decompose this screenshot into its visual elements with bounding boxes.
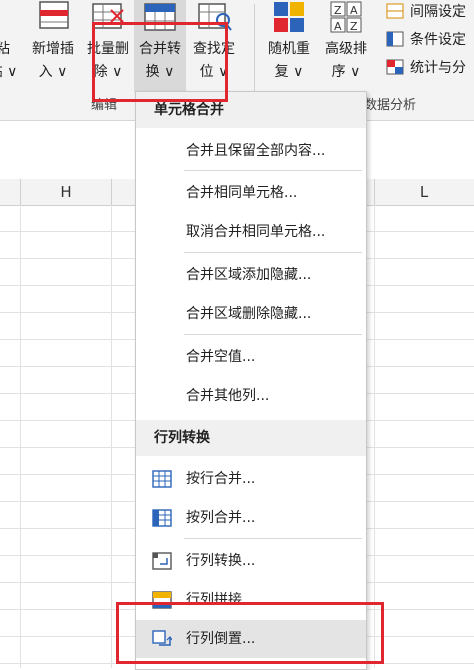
condition-icon (386, 31, 404, 47)
sort-label-2: 序 ∨ (331, 64, 361, 80)
highlight-box-menu-item (116, 602, 384, 664)
interval-setting-button[interactable]: 间隔设定 (386, 0, 466, 22)
menu-item-merge-other-columns[interactable]: 合并其他列... (136, 377, 366, 415)
insert-icon (39, 1, 69, 29)
random-icon (274, 2, 304, 32)
merge-convert-menu: 单元格合并 合并且保留全部内容... 合并相同单元格... 取消合并相同单元格.… (135, 91, 367, 670)
new-insert-button[interactable]: 新增插 入 ∨ (26, 0, 80, 92)
menu-item-label: 合并区域删除隐藏... (186, 306, 312, 322)
menu-separator (184, 170, 362, 171)
group-label-analysis: 数据分析 (364, 98, 417, 113)
menu-separator (184, 538, 362, 539)
menu-separator (184, 252, 362, 253)
menu-item-merge-same[interactable]: 合并相同单元格... (136, 174, 366, 212)
grid-line (111, 205, 112, 668)
menu-item-merge-by-row[interactable]: 按行合并... (136, 460, 366, 498)
menu-section-header: 行列转换 (136, 420, 366, 456)
paste-button[interactable]: 粘 贴 ∨ (0, 0, 20, 92)
sort-az-icon: Z A A Z (330, 1, 362, 33)
menu-item-label: 合并相同单元格... (186, 185, 298, 201)
column-header-cell[interactable] (0, 179, 21, 205)
svg-text:Z: Z (334, 4, 342, 17)
menu-item-merge-by-column[interactable]: 按列合并... (136, 499, 366, 537)
column-merge-icon (152, 509, 172, 527)
menu-item-label: 合并空值... (186, 349, 256, 365)
svg-text:A: A (334, 20, 342, 33)
menu-item-merge-add-hidden[interactable]: 合并区域添加隐藏... (136, 256, 366, 294)
column-header-l[interactable]: L (375, 179, 473, 205)
svg-text:Z: Z (350, 20, 358, 33)
menu-item-merge-keep-all[interactable]: 合并且保留全部内容... (136, 132, 366, 170)
menu-separator (184, 334, 362, 335)
random-label-1: 随机重 (268, 41, 310, 57)
statistics-label: 统计与分 (410, 60, 466, 76)
paste-label-1: 粘 (0, 41, 10, 57)
menu-item-label: 按列合并... (186, 510, 256, 526)
menu-item-label: 取消合并相同单元格... (186, 224, 326, 240)
sort-label-1: 高级排 (325, 41, 367, 57)
menu-item-merge-empty[interactable]: 合并空值... (136, 338, 366, 376)
menu-item-unmerge-same[interactable]: 取消合并相同单元格... (136, 213, 366, 251)
row-merge-icon (152, 470, 172, 488)
grid-line (20, 205, 21, 668)
insert-label-2: 入 ∨ (38, 64, 68, 80)
insert-label-1: 新增插 (32, 41, 74, 57)
statistics-button[interactable]: 统计与分 (386, 56, 466, 78)
menu-item-row-column-convert[interactable]: 行列转换... (136, 542, 366, 580)
highlight-box-ribbon (92, 22, 228, 102)
menu-item-label: 行列转换... (186, 553, 256, 569)
paste-label-2: 贴 ∨ (0, 64, 18, 80)
menu-item-label: 合并区域添加隐藏... (186, 267, 312, 283)
menu-item-label: 合并其他列... (186, 388, 270, 404)
interval-icon (386, 3, 404, 19)
grid-line (374, 205, 375, 668)
menu-item-label: 按行合并... (186, 471, 256, 487)
svg-text:A: A (350, 4, 358, 17)
advanced-sort-button[interactable]: Z A A Z 高级排 序 ∨ (318, 0, 374, 92)
random-label-2: 复 ∨ (274, 64, 304, 80)
statistics-icon (386, 59, 404, 75)
condition-setting-button[interactable]: 条件设定 (386, 28, 466, 50)
column-header-h[interactable]: H (21, 179, 112, 205)
condition-label: 条件设定 (410, 32, 466, 48)
interval-label: 间隔设定 (410, 4, 466, 20)
transpose-icon (152, 552, 172, 570)
menu-item-merge-remove-hidden[interactable]: 合并区域删除隐藏... (136, 295, 366, 333)
random-repeat-button[interactable]: 随机重 复 ∨ (262, 0, 316, 92)
menu-item-label: 合并且保留全部内容... (186, 143, 326, 159)
